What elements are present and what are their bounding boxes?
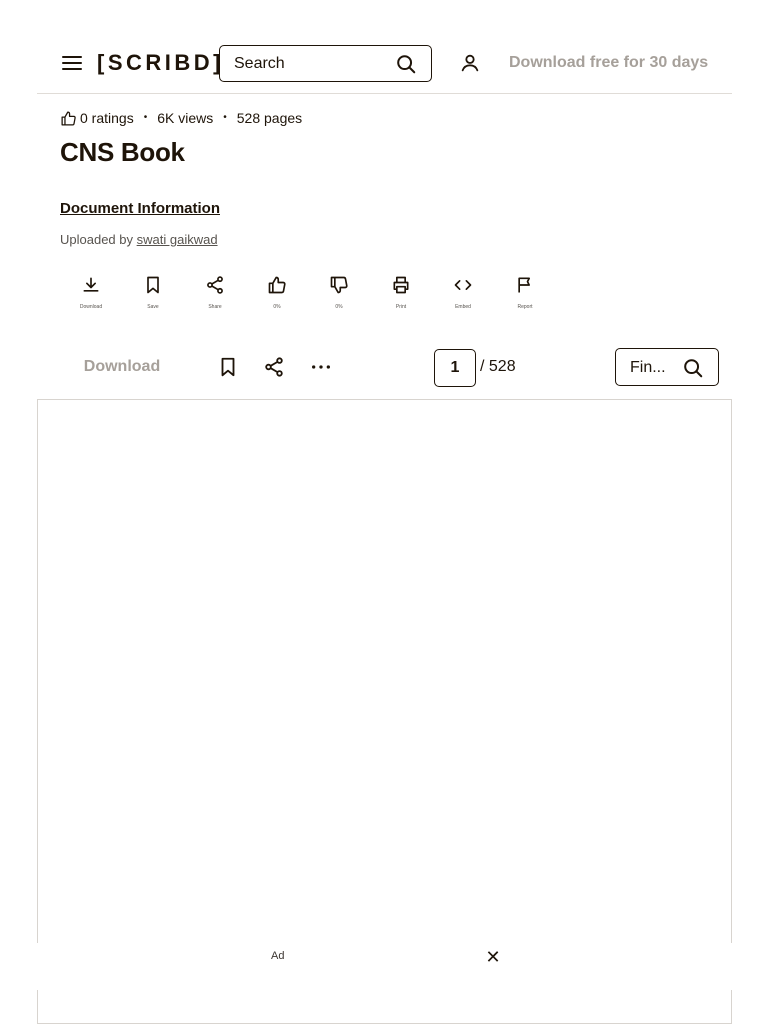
action-save[interactable]: Save: [122, 275, 184, 310]
action-label: 0%: [335, 304, 343, 310]
action-like[interactable]: 0%: [246, 275, 308, 310]
flag-icon: [518, 277, 530, 293]
find-placeholder: Fin...: [630, 359, 666, 376]
action-report[interactable]: Report: [494, 275, 556, 310]
page-number-input[interactable]: 1: [434, 349, 476, 387]
action-share[interactable]: Share: [184, 275, 246, 310]
ad-label: Ad: [271, 950, 285, 962]
thumbs-up-icon: [268, 276, 286, 294]
header-divider: [37, 93, 732, 94]
uploader-link[interactable]: swati gaikwad: [137, 232, 218, 247]
share-icon[interactable]: [263, 356, 285, 378]
document-viewer[interactable]: [37, 399, 732, 1024]
uploaded-by-label: Uploaded by: [60, 232, 133, 247]
ad-banner: Ad ✕: [37, 943, 732, 990]
thumbs-up-icon: [61, 110, 76, 126]
action-label: Save: [147, 304, 159, 310]
search-icon[interactable]: [682, 357, 704, 379]
search-box[interactable]: [219, 45, 432, 82]
separator-dot: •: [223, 112, 227, 123]
download-free-trial-link[interactable]: Download free for 30 days: [509, 53, 708, 73]
document-meta: 0 ratings • 6K views • 528 pages: [60, 108, 302, 128]
search-icon[interactable]: [395, 53, 417, 75]
search-input[interactable]: [234, 46, 394, 81]
action-embed[interactable]: Embed: [432, 275, 494, 310]
action-label: 0%: [273, 304, 281, 310]
embed-icon: [454, 280, 472, 290]
find-in-document-input[interactable]: Fin...: [615, 348, 719, 386]
pages-count: 528 pages: [236, 110, 303, 126]
download-icon: [83, 277, 99, 292]
action-download[interactable]: Download: [60, 275, 122, 310]
close-icon[interactable]: ✕: [484, 948, 502, 966]
bookmark-icon[interactable]: [217, 356, 239, 378]
uploaded-by: Uploaded by swati gaikwad: [60, 231, 218, 249]
separator-dot: •: [143, 112, 148, 123]
action-dislike[interactable]: 0%: [308, 275, 370, 310]
ratings-count: 0 ratings: [80, 110, 134, 126]
more-options-icon[interactable]: [310, 356, 332, 378]
hamburger-menu-icon[interactable]: [60, 54, 84, 74]
bookmark-icon: [147, 276, 159, 294]
action-label: Print: [395, 304, 407, 310]
site-header: [SCRIBD] Download free for 30 days: [0, 0, 768, 94]
action-print[interactable]: Print: [370, 275, 432, 310]
print-icon: [393, 276, 409, 294]
document-information-link[interactable]: Document Information: [60, 199, 220, 219]
share-icon: [207, 276, 223, 294]
scribd-logo[interactable]: [SCRIBD]: [97, 49, 224, 77]
action-label: Report: [517, 304, 533, 310]
document-title: CNS Book: [60, 137, 185, 167]
thumbs-down-icon: [330, 276, 348, 294]
document-toolbar: Download 1 / 528 Fin...: [0, 345, 768, 389]
action-label: Embed: [455, 304, 471, 310]
user-account-icon[interactable]: [459, 52, 481, 74]
toolbar-download-button[interactable]: Download: [60, 347, 184, 387]
document-actions: Download Save Share 0% 0% Print Embed Re…: [60, 275, 556, 310]
page-total: / 528: [480, 358, 516, 375]
action-label: Download: [79, 304, 103, 310]
views-count: 6K views: [157, 110, 214, 126]
action-label: Share: [208, 304, 222, 310]
